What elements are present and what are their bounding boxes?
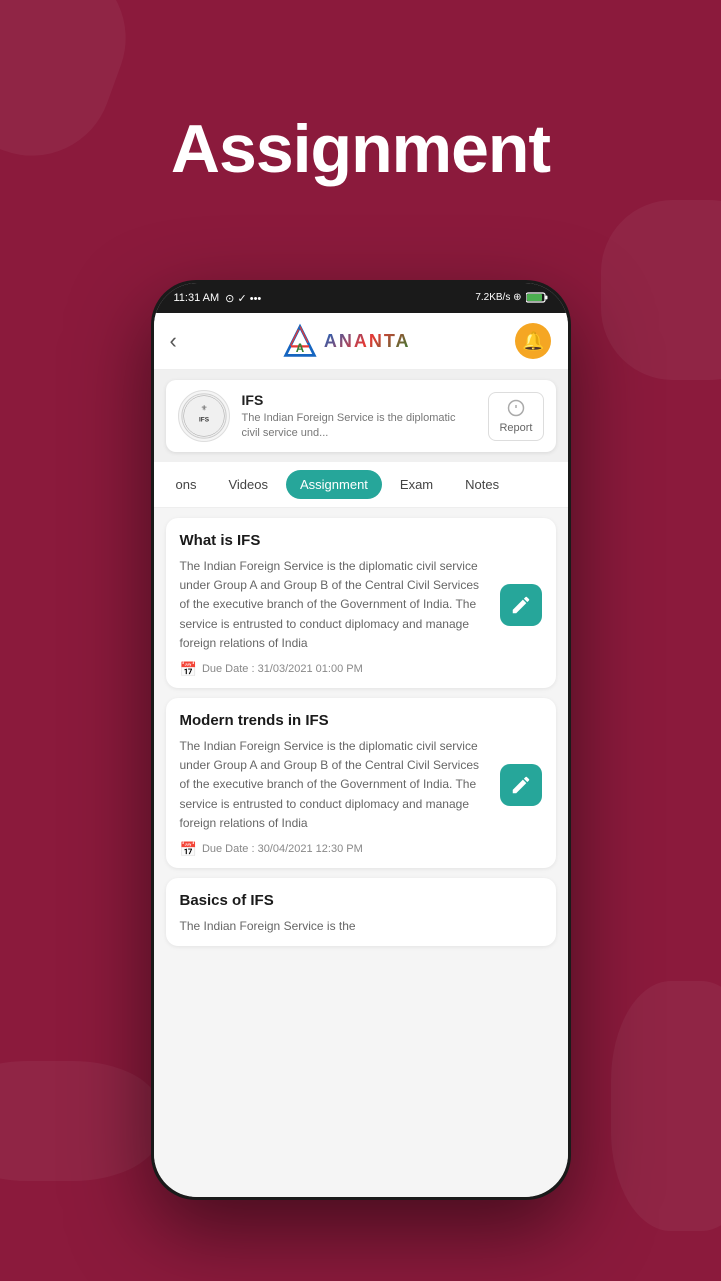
edit-button-2[interactable] [500,764,542,806]
assignment-card-3: Basics of IFS The Indian Foreign Service… [166,878,556,946]
assignment-text-1: The Indian Foreign Service is the diplom… [180,557,492,653]
assignment-title-1: What is IFS [180,532,542,549]
logo-area: A ANANTA [282,323,411,359]
assignment-title-2: Modern trends in IFS [180,712,542,729]
edit-icon-2 [510,774,532,796]
due-date-2: 📅 Due Date : 30/04/2021 12:30 PM [180,841,542,858]
course-emblem: ⚜ IFS [180,392,228,440]
assignment-title-3: Basics of IFS [180,892,542,909]
tab-assignment[interactable]: Assignment [286,470,382,499]
svg-text:A: A [296,342,305,355]
tabs-row: ons Videos Assignment Exam Notes [154,462,568,508]
status-network: 7.2KB/s ⊕ [475,292,521,303]
svg-text:IFS: IFS [198,417,209,424]
report-label: Report [499,422,532,434]
page-title: Assignment [171,110,550,188]
back-button[interactable]: ‹ [170,328,177,354]
report-icon [507,399,525,420]
course-card: ⚜ IFS IFS The Indian Foreign Service is … [166,380,556,452]
tab-notes[interactable]: Notes [451,470,513,499]
course-name: IFS [242,392,477,408]
tab-ons[interactable]: ons [162,470,211,499]
tab-exam[interactable]: Exam [386,470,447,499]
due-date-1: 📅 Due Date : 31/03/2021 01:00 PM [180,661,542,678]
assignment-text-3: The Indian Foreign Service is the [180,917,542,936]
assignment-text-2: The Indian Foreign Service is the diplom… [180,737,492,833]
status-bar: 11:31 AM ⊙ ✓ ••• 7.2KB/s ⊕ [154,283,568,313]
tab-videos[interactable]: Videos [214,470,282,499]
edit-icon-1 [510,594,532,616]
logo-icon: A [282,323,318,359]
content-area: What is IFS The Indian Foreign Service i… [154,508,568,1197]
bell-icon: 🔔 [522,331,544,352]
assignment-card-2: Modern trends in IFS The Indian Foreign … [166,698,556,868]
course-info: IFS The Indian Foreign Service is the di… [242,392,477,440]
logo-text: ANANTA [324,331,411,352]
svg-text:⚜: ⚜ [200,403,207,412]
course-description: The Indian Foreign Service is the diplom… [242,411,477,440]
status-time: 11:31 AM [174,292,220,304]
phone-frame: 11:31 AM ⊙ ✓ ••• 7.2KB/s ⊕ ‹ [151,280,571,1200]
calendar-icon-2: 📅 [180,841,197,858]
edit-button-1[interactable] [500,584,542,626]
status-icons: ⊙ ✓ ••• [225,292,261,305]
app-header: ‹ A ANANTA 🔔 [154,313,568,370]
assignment-card: What is IFS The Indian Foreign Service i… [166,518,556,688]
calendar-icon-1: 📅 [180,661,197,678]
course-logo: ⚜ IFS [178,390,230,442]
bell-button[interactable]: 🔔 [515,323,551,359]
battery-level [526,292,548,303]
report-button[interactable]: Report [488,392,543,441]
